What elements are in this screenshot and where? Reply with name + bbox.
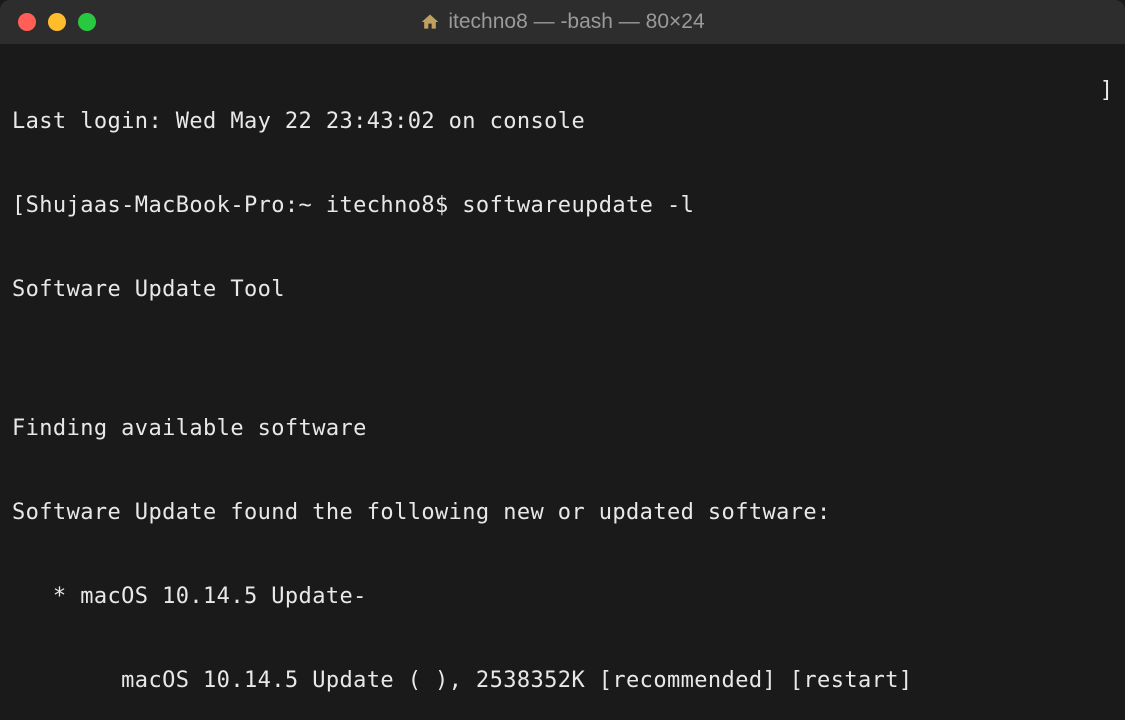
window-title: itechno8 — -bash — 80×24 xyxy=(448,10,704,34)
minimize-button[interactable] xyxy=(48,13,66,31)
terminal-body[interactable]: Last login: Wed May 22 23:43:02 on conso… xyxy=(0,44,1125,720)
terminal-line-item1-detail: macOS 10.14.5 Update ( ), 2538352K [reco… xyxy=(12,667,1113,695)
window-title-container: itechno8 — -bash — 80×24 xyxy=(16,10,1109,34)
home-folder-icon xyxy=(420,12,440,32)
terminal-line-prompt-command: [Shujaas-MacBook-Pro:~ itechno8$ softwar… xyxy=(12,192,1113,220)
terminal-window: itechno8 — -bash — 80×24 Last login: Wed… xyxy=(0,0,1125,720)
traffic-lights xyxy=(18,13,96,31)
terminal-line-item1-name: * macOS 10.14.5 Update- xyxy=(12,583,1113,611)
terminal-line-last-login: Last login: Wed May 22 23:43:02 on conso… xyxy=(12,108,1113,136)
terminal-line-found-header: Software Update found the following new … xyxy=(12,499,1113,527)
close-button[interactable] xyxy=(18,13,36,31)
terminal-line-tool: Software Update Tool xyxy=(12,276,1113,304)
terminal-line-finding: Finding available software xyxy=(12,415,1113,443)
prompt-bracket-right: ] xyxy=(1100,78,1113,103)
maximize-button[interactable] xyxy=(78,13,96,31)
title-bar: itechno8 — -bash — 80×24 xyxy=(0,0,1125,44)
